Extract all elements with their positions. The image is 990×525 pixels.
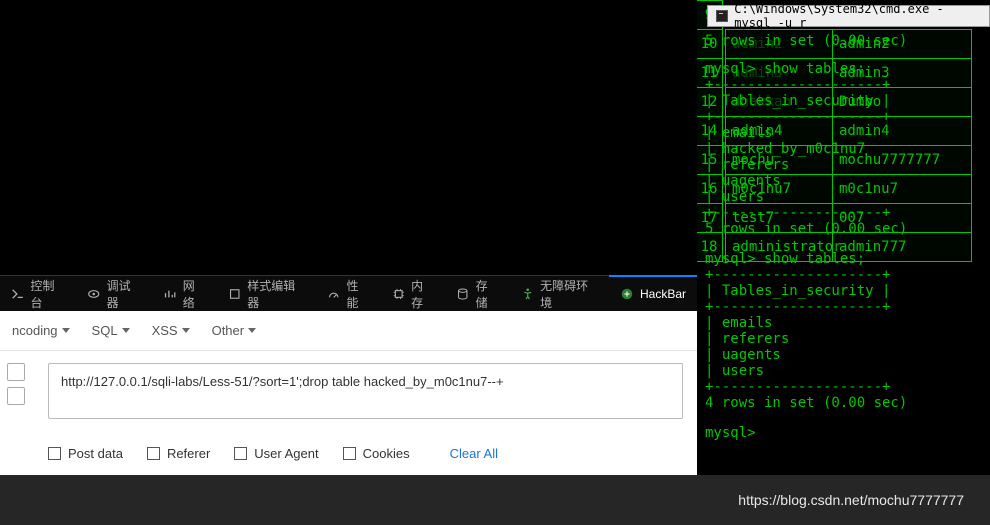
term-cell: uagents	[722, 347, 781, 363]
hackbar-options: Post data Referer User Agent Cookies Cle…	[0, 431, 697, 475]
line-status-box	[7, 387, 25, 405]
url-input[interactable]: http://127.0.0.1/sqli-labs/Less-51/?sort…	[48, 363, 683, 419]
watermark-bar: https://blog.csdn.net/mochu7777777	[0, 475, 990, 525]
tab-memory[interactable]: 内存	[381, 276, 446, 311]
chk-label: Cookies	[363, 446, 410, 461]
tab-console[interactable]: 控制台	[0, 276, 76, 311]
useragent-checkbox[interactable]: User Agent	[234, 446, 318, 461]
term-line: 5 rows in set (0.00 sec)	[705, 33, 907, 49]
dd-label: SQL	[92, 323, 118, 338]
chevron-down-icon	[248, 328, 256, 333]
term-cell: emails	[722, 125, 773, 141]
tab-debugger[interactable]: 调试器	[76, 276, 152, 311]
clear-all-link[interactable]: Clear All	[450, 446, 498, 461]
tab-label: HackBar	[640, 287, 686, 301]
term-cell: hacked_by_m0c1nu7	[722, 141, 865, 157]
term-cell: users	[722, 363, 764, 379]
term-line: mysql> show tables;	[705, 251, 865, 267]
chevron-down-icon	[122, 328, 130, 333]
checkbox-icon	[343, 447, 356, 460]
sql-dropdown[interactable]: SQL	[92, 323, 130, 338]
tab-network[interactable]: 网络	[152, 276, 217, 311]
tab-label: 无障碍环境	[540, 277, 598, 311]
term-line: | Tables_in_security |	[705, 283, 890, 299]
term-line: +--------------------+	[705, 109, 890, 125]
tab-label: 控制台	[30, 277, 65, 311]
dd-label: Other	[212, 323, 245, 338]
styles-icon	[228, 287, 241, 301]
tab-styles[interactable]: 样式编辑器	[217, 276, 316, 311]
tab-label: 样式编辑器	[247, 277, 305, 311]
accessibility-icon	[521, 287, 534, 301]
checkbox-icon	[234, 447, 247, 460]
chevron-down-icon	[182, 328, 190, 333]
tab-hackbar[interactable]: HackBar	[609, 275, 697, 310]
checkbox-icon	[147, 447, 160, 460]
hackbar-icon	[620, 287, 634, 301]
tab-label: 内存	[411, 277, 434, 311]
checkbox-icon	[48, 447, 61, 460]
console-icon	[11, 287, 24, 301]
tab-label: 网络	[183, 277, 206, 311]
other-dropdown[interactable]: Other	[212, 323, 257, 338]
browser-viewport	[0, 0, 697, 275]
memory-icon	[392, 287, 405, 301]
tab-storage[interactable]: 存储	[445, 276, 510, 311]
terminal-window: 9 10 11 12 14 15 16 17 18 admin2 admin2 …	[697, 0, 990, 525]
performance-icon	[327, 287, 340, 301]
encoding-dropdown[interactable]: ncoding	[12, 323, 70, 338]
chk-label: Referer	[167, 446, 210, 461]
term-cell: uagents	[722, 173, 781, 189]
tab-label: 存储	[476, 277, 499, 311]
term-line: mysql> show tables;	[705, 61, 865, 77]
devtools-tabs: 控制台 调试器 网络 样式编辑器 性能 内存 存储 无障碍环境 HackBar	[0, 275, 697, 311]
xss-dropdown[interactable]: XSS	[152, 323, 190, 338]
tab-label: 性能	[347, 277, 370, 311]
dd-label: ncoding	[12, 323, 58, 338]
cookies-checkbox[interactable]: Cookies	[343, 446, 410, 461]
network-icon	[163, 287, 176, 301]
tab-label: 调试器	[107, 277, 142, 311]
term-line: | Tables_in_security |	[705, 93, 890, 109]
term-cell: referers	[722, 331, 789, 347]
watermark-text: https://blog.csdn.net/mochu7777777	[738, 492, 964, 508]
chevron-down-icon	[62, 328, 70, 333]
term-prompt: mysql>	[705, 425, 756, 441]
tab-performance[interactable]: 性能	[316, 276, 381, 311]
term-cell: referers	[722, 157, 789, 173]
referer-checkbox[interactable]: Referer	[147, 446, 210, 461]
term-line: +--------------------+	[705, 379, 890, 395]
debugger-icon	[87, 287, 100, 301]
term-line: 5 rows in set (0.00 sec)	[705, 221, 907, 237]
line-status-box	[7, 363, 25, 381]
term-line: +--------------------+	[705, 205, 890, 221]
term-line: +--------------------+	[705, 299, 890, 315]
chk-label: User Agent	[254, 446, 318, 461]
dd-label: XSS	[152, 323, 178, 338]
term-line: +--------------------+	[705, 77, 890, 93]
term-line: 4 rows in set (0.00 sec)	[705, 395, 907, 411]
term-line: +--------------------+	[705, 267, 890, 283]
tab-accessibility[interactable]: 无障碍环境	[510, 276, 609, 311]
storage-icon	[456, 287, 469, 301]
hackbar-editor: http://127.0.0.1/sqli-labs/Less-51/?sort…	[0, 351, 697, 431]
hackbar-toolbar: ncoding SQL XSS Other	[0, 311, 697, 351]
term-cell: users	[722, 189, 764, 205]
postdata-checkbox[interactable]: Post data	[48, 446, 123, 461]
term-cell: emails	[722, 315, 773, 331]
terminal-body[interactable]: 5 rows in set (0.00 sec) mysql> show tab…	[705, 0, 990, 400]
chk-label: Post data	[68, 446, 123, 461]
